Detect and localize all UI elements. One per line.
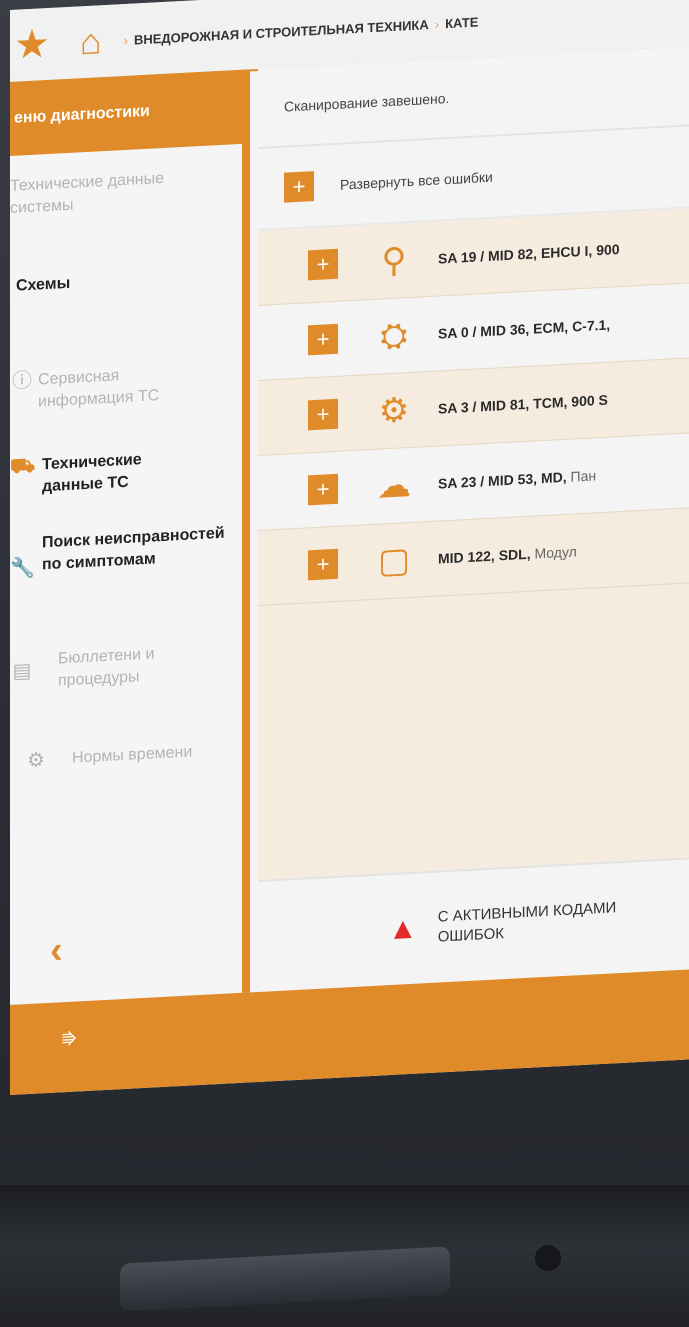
control-unit-label: SA 19 / MID 82, EHCU I, 900 xyxy=(438,241,620,267)
vehicle-icon: ⛟ xyxy=(10,454,36,478)
sidebar-item-schemes[interactable]: Схемы xyxy=(16,264,242,298)
plus-icon[interactable]: + xyxy=(308,398,338,431)
chevron-left-icon[interactable]: ‹ xyxy=(50,929,63,973)
control-unit-label: SA 23 / MID 53, MD, Пан xyxy=(438,467,597,492)
app-screen: ★ ⌂ › ВНЕДОРОЖНАЯ И СТРОИТЕЛЬНАЯ ТЕХНИКА ›… xyxy=(10,0,689,1095)
sidebar-item-time-norms[interactable]: ⚙ Нормы времени xyxy=(24,739,242,772)
wrench-icon: 🔧 xyxy=(10,556,35,580)
sidebar-item-label: Поиск неисправностей по симптомам xyxy=(42,524,225,574)
home-icon[interactable]: ⌂ xyxy=(80,20,102,62)
wireless-module-icon: ▢ xyxy=(377,541,411,581)
control-unit-label: SA 0 / MID 36, ECM, C-7.1, xyxy=(438,316,611,342)
gears-icon: ⚙ xyxy=(378,391,410,431)
sidebar-item-label: Технические данные ТС xyxy=(42,451,142,496)
plus-icon[interactable]: + xyxy=(308,323,338,356)
clock-icon: ⚙ xyxy=(27,749,45,773)
breadcrumb-item[interactable]: ВНЕДОРОЖНАЯ И СТРОИТЕЛЬНАЯ ТЕХНИКА xyxy=(134,17,429,47)
control-unit-label: MID 122, SDL, Модул xyxy=(438,543,577,567)
engine-icon: ⛭ xyxy=(380,315,408,356)
control-unit-desc: Модул xyxy=(534,543,577,562)
sidebar-item-label: Бюллетени и процедуры xyxy=(58,645,155,690)
main-content: Сканирование завешено. + Развернуть все … xyxy=(258,45,689,993)
sidebar-item-vehicle-data[interactable]: ⛟ Технические данные ТС xyxy=(10,444,242,500)
sidebar: еню диагностики Технические данные систе… xyxy=(10,69,250,1006)
control-unit-desc: Пан xyxy=(570,467,597,485)
document-icon: ▤ xyxy=(12,659,32,683)
hydraulic-cylinder-icon: ⚲ xyxy=(381,241,407,281)
usb-icon: ⭆ xyxy=(62,1031,77,1050)
control-unit-label: SA 3 / MID 81, TCM, 900 S xyxy=(438,391,608,417)
sidebar-header[interactable]: еню диагностики xyxy=(10,69,250,156)
plus-icon[interactable]: + xyxy=(308,248,338,281)
active-codes-filter[interactable]: ▲ С АКТИВНЫМИ КОДАМИ ОШИБОК xyxy=(258,856,689,993)
cloud-module-icon: ☁ xyxy=(377,465,411,506)
sidebar-item-troubleshooting[interactable]: 🔧 Поиск неисправностей по симптомам xyxy=(10,522,242,580)
plus-icon[interactable]: + xyxy=(284,171,314,203)
plus-icon[interactable]: + xyxy=(308,473,338,506)
sidebar-item-label: Схемы xyxy=(16,274,71,295)
sidebar-menu: Технические данные системы Схемы ⓘ Серви… xyxy=(10,143,242,1005)
star-icon[interactable]: ★ xyxy=(14,22,50,68)
sidebar-item-label: Нормы времени xyxy=(72,743,193,767)
sidebar-item-bulletins[interactable]: ▤ Бюллетени и процедуры xyxy=(10,639,242,695)
plus-icon[interactable]: + xyxy=(308,548,338,581)
active-codes-label: С АКТИВНЫМИ КОДАМИ ОШИБОК xyxy=(437,899,617,946)
breadcrumb-item[interactable]: КАТЕ xyxy=(445,14,478,31)
breadcrumb: › ВНЕДОРОЖНАЯ И СТРОИТЕЛЬНАЯ ТЕХНИКА › КАТЕ xyxy=(123,13,479,48)
expand-all-label: Развернуть все ошибки xyxy=(340,168,493,193)
sidebar-item-label: Технические данные системы xyxy=(10,169,165,217)
sidebar-item-system-data[interactable]: Технические данные системы xyxy=(10,164,242,220)
info-icon: ⓘ xyxy=(12,369,32,393)
sidebar-item-service-info[interactable]: ⓘ Сервисная информация ТС xyxy=(10,359,242,415)
sidebar-item-label: Сервисная информация ТС xyxy=(38,367,160,411)
hinge-screw xyxy=(535,1245,561,1271)
warning-icon: ▲ xyxy=(388,911,418,947)
